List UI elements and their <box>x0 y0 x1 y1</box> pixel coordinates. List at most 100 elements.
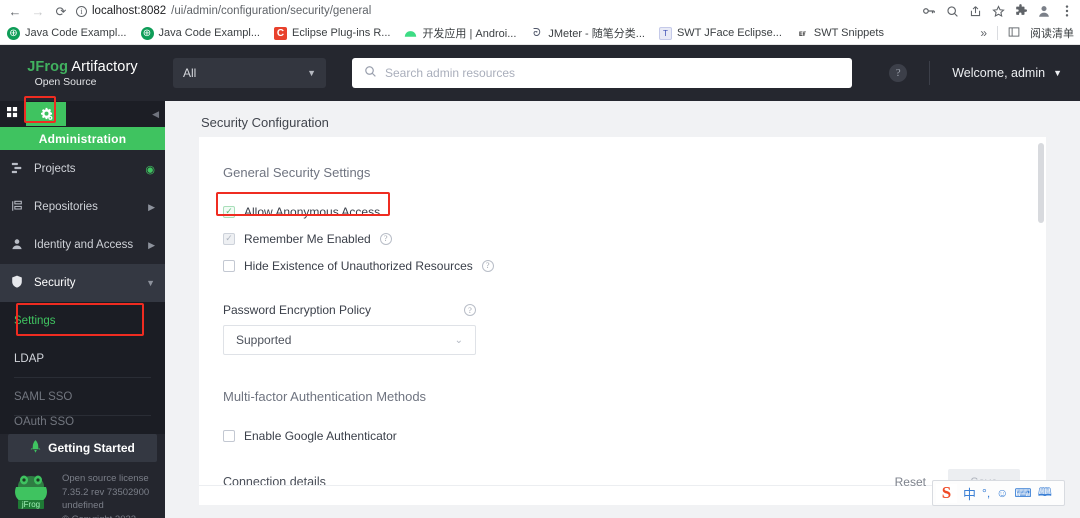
url-host: localhost:8082 <box>92 5 167 17</box>
identity-icon <box>10 238 24 253</box>
chevron-down-icon: ⌄ <box>454 334 463 346</box>
android-icon <box>404 27 417 40</box>
site-info-icon[interactable]: i <box>76 5 87 17</box>
collapse-sidebar-icon[interactable]: ◀ <box>152 109 159 120</box>
logo-product: Artifactory <box>71 58 138 75</box>
sidebar-submenu-security: Settings LDAP SAML SSO OAuth SSO <box>0 302 165 434</box>
ime-language-toggle[interactable]: 中 <box>963 484 976 503</box>
profile-icon[interactable] <box>1037 4 1051 18</box>
bookmarks-bar: ⊕ Java Code Exampl... ⊕ Java Code Exampl… <box>0 22 1080 45</box>
question-icon[interactable]: ? <box>379 232 392 245</box>
zoom-icon[interactable] <box>945 4 959 18</box>
ime-toolbar[interactable]: S 中 °, ☺ ⌨ 🕮 <box>932 480 1065 506</box>
license-line: undefined <box>62 500 104 511</box>
logo-brand: JFrog <box>27 58 69 75</box>
bookmark-label: 开发应用 | Androi... <box>422 28 517 40</box>
url-path: /ui/admin/configuration/security/general <box>171 5 372 17</box>
reload-button[interactable]: ⟳ <box>50 1 72 21</box>
question-icon[interactable]: ? <box>481 259 494 272</box>
question-icon[interactable]: ? <box>464 304 476 316</box>
welcome-label: Welcome, admin <box>952 66 1046 80</box>
bookmark-label: SWT JFace Eclipse... <box>676 27 782 39</box>
sidebar-item-label: Security <box>34 277 76 289</box>
sidebar-item-oauth-sso[interactable]: OAuth SSO <box>14 416 151 434</box>
search-icon <box>364 65 377 81</box>
sidebar-item-projects[interactable]: Projects ◉ <box>0 150 165 188</box>
reading-list-label[interactable]: 阅读清单 <box>1030 25 1074 41</box>
jfrog-frog-icon: jFrog <box>8 469 54 515</box>
key-icon[interactable] <box>922 4 936 18</box>
browser-toolbar: ← → ⟳ i localhost:8082/ui/admin/configur… <box>0 0 1080 22</box>
chevron-right-icon: ▶ <box>148 201 155 212</box>
app-logo[interactable]: JFrog Artifactory Open Source <box>0 45 165 101</box>
checkbox-row-enable-google-authenticator[interactable]: Enable Google Authenticator <box>223 422 1046 449</box>
sidebar-item-saml-sso[interactable]: SAML SSO <box>14 378 151 416</box>
ime-toolbox-icon[interactable]: 🕮 <box>1038 483 1052 504</box>
ime-emoji-icon[interactable]: ☺ <box>996 486 1008 500</box>
bookmarks-right-group: » 阅读清单 <box>980 25 1074 41</box>
bookmark-item[interactable]: 开发应用 | Androi... <box>404 25 516 41</box>
reset-button[interactable]: Reset <box>883 475 938 489</box>
globe-icon: ⊕ <box>140 26 154 40</box>
grid-icon[interactable] <box>4 107 20 121</box>
sidebar-section-title: Administration <box>0 127 165 150</box>
sidebar-item-ldap[interactable]: LDAP <box>14 340 151 378</box>
checkbox-row-allow-anonymous-access[interactable]: ✓ Allow Anonymous Access <box>223 198 1046 225</box>
checkbox-row-remember-me-enabled[interactable]: ✓ Remember Me Enabled ? <box>223 225 1046 252</box>
swt-icon: T <box>658 26 672 40</box>
eclipse-icon: C <box>274 26 287 40</box>
bookmark-item[interactable]: ᴇғ SWT Snippets <box>796 27 884 40</box>
bookmark-item[interactable]: ⊕ Java Code Exampl... <box>7 26 127 40</box>
bookmark-item[interactable]: ⊕ Java Code Exampl... <box>140 26 260 40</box>
admin-search-input[interactable]: Search admin resources <box>352 58 852 88</box>
ime-keyboard-icon[interactable]: ⌨ <box>1014 486 1031 500</box>
sogou-logo-icon[interactable]: S <box>936 483 957 503</box>
back-button[interactable]: ← <box>4 1 26 21</box>
address-bar[interactable]: i localhost:8082/ui/admin/configuration/… <box>76 2 916 20</box>
checkbox-hide-existence-unauthorized[interactable] <box>223 259 235 272</box>
license-info: Open source license 7.35.2 rev 73502900 … <box>62 469 149 518</box>
globe-icon: ⊕ <box>7 26 20 40</box>
checkbox-allow-anonymous-access[interactable]: ✓ <box>223 205 235 218</box>
checkbox-remember-me-enabled[interactable]: ✓ <box>223 232 235 245</box>
screenshot-root: ← → ⟳ i localhost:8082/ui/admin/configur… <box>0 0 1080 518</box>
star-icon[interactable] <box>991 4 1005 18</box>
bookmark-item[interactable]: C Eclipse Plug-ins R... <box>274 26 391 40</box>
bookmark-label: SWT Snippets <box>813 27 884 39</box>
sidebar: ◀ Administration Projects ◉ Repositories… <box>0 101 165 518</box>
extensions-icon[interactable] <box>1014 4 1028 18</box>
projects-icon <box>10 162 24 177</box>
administration-module-button[interactable] <box>26 102 66 126</box>
menu-icon[interactable] <box>1060 4 1074 18</box>
repositories-icon <box>10 200 24 215</box>
scope-dropdown[interactable]: All ▼ <box>173 58 326 88</box>
sidebar-item-repositories[interactable]: Repositories ▶ <box>0 188 165 226</box>
share-icon[interactable] <box>968 4 982 18</box>
search-placeholder: Search admin resources <box>385 66 516 80</box>
chevron-right-icon: ▶ <box>148 239 155 250</box>
forward-button[interactable]: → <box>27 1 49 21</box>
sidebar-item-identity-and-access[interactable]: Identity and Access ▶ <box>0 226 165 264</box>
checkbox-row-hide-existence-unauthorized[interactable]: Hide Existence of Unauthorized Resources… <box>223 252 1046 279</box>
ime-punctuation-toggle[interactable]: °, <box>982 486 990 500</box>
divider <box>929 61 931 85</box>
help-icon[interactable]: ? <box>889 64 908 82</box>
bookmarks-overflow-button[interactable]: » <box>980 26 987 40</box>
sidebar-item-security[interactable]: Security ▼ <box>0 264 165 302</box>
page-title: Security Configuration <box>201 115 329 130</box>
bookmark-item[interactable]: T SWT JFace Eclipse... <box>658 26 782 40</box>
checkbox-enable-google-authenticator[interactable] <box>223 429 235 442</box>
content-scrollbar[interactable] <box>1038 143 1044 223</box>
sidebar-item-settings[interactable]: Settings <box>14 302 151 340</box>
password-policy-label-row: Password Encryption Policy ? <box>223 303 476 317</box>
getting-started-button[interactable]: Getting Started <box>8 434 157 462</box>
browser-nav-buttons: ← → ⟳ <box>0 1 72 21</box>
sidebar-item-label: Repositories <box>34 201 98 213</box>
user-menu[interactable]: Welcome, admin ▼ <box>952 66 1062 80</box>
bookmark-label: Eclipse Plug-ins R... <box>292 27 391 39</box>
mfa-title: Multi-factor Authentication Methods <box>223 389 427 404</box>
password-policy-select[interactable]: Supported ⌄ <box>223 325 476 355</box>
license-line: Open source license <box>62 473 149 484</box>
checkbox-label: Remember Me Enabled <box>244 231 371 246</box>
bookmark-item[interactable]: ᘒ JMeter - 随笔分类... <box>530 25 645 41</box>
